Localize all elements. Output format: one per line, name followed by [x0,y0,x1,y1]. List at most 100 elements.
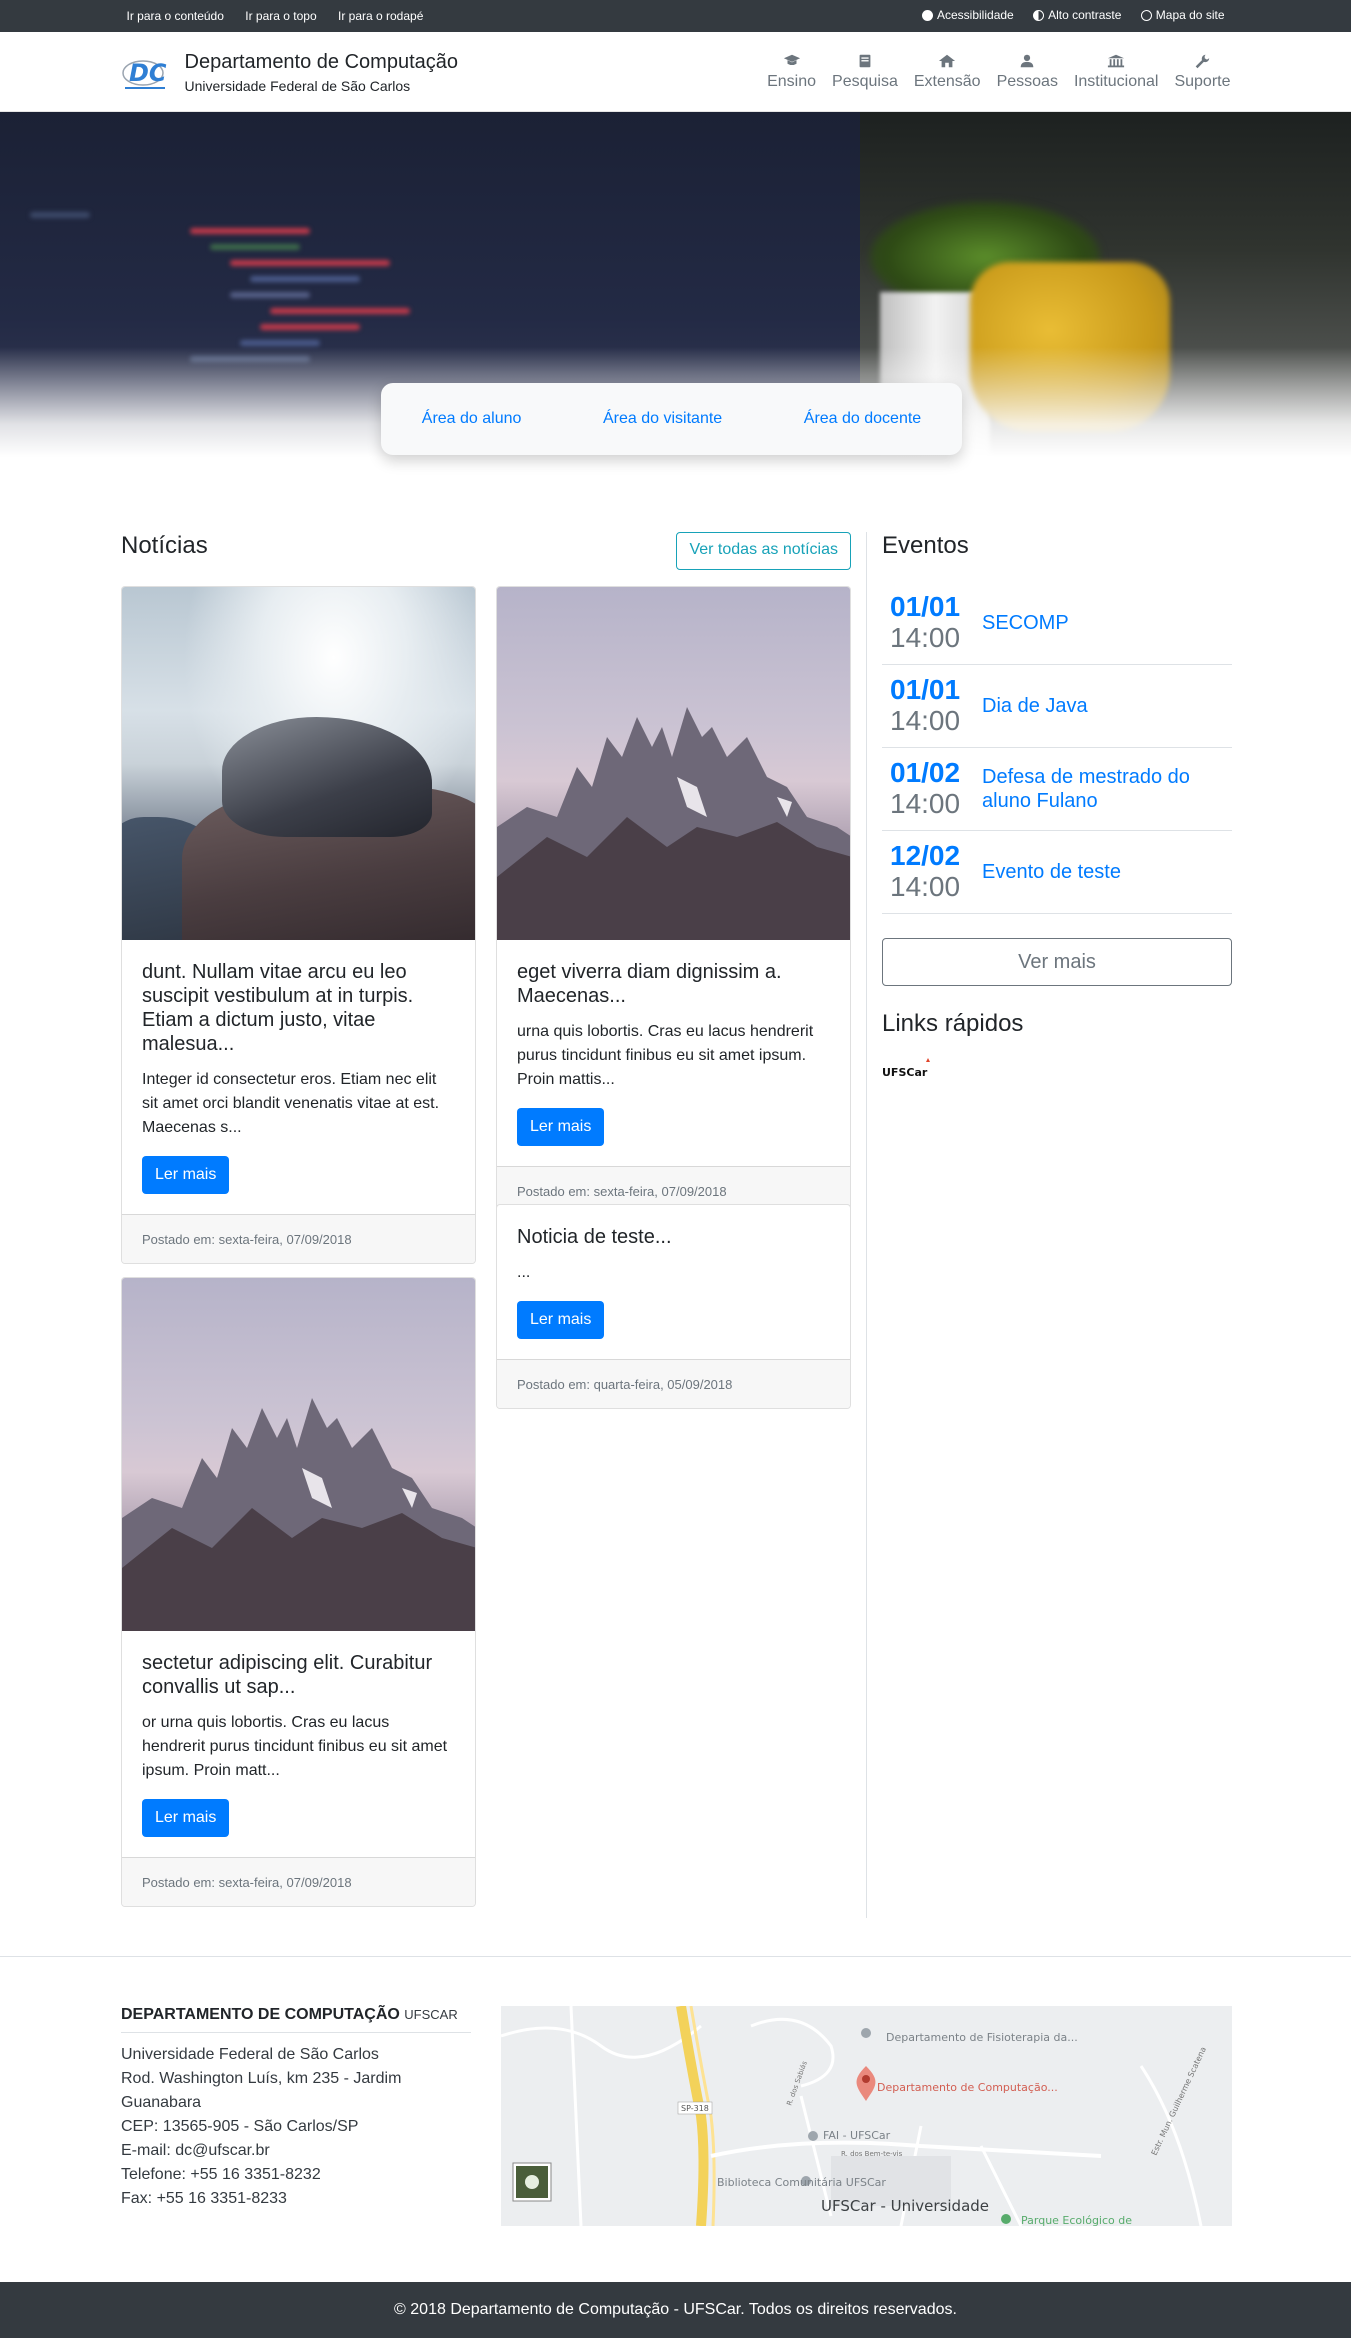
news-image-mountain[interactable] [497,587,850,940]
news-card-date: Postado em: sexta-feira, 07/09/2018 [122,1214,475,1263]
event-date: 01/02 [890,757,961,788]
map-street-label: R. dos Bem-te-vis [841,2150,903,2158]
nav-item-pessoas[interactable]: Pessoas [997,53,1058,91]
copyright-bar: © 2018 Departamento de Computação - UFSC… [0,2282,1351,2338]
map-label-fisioterapia: Departamento de Fisioterapia da... [886,2031,1078,2044]
news-card: sectetur adipiscing elit. Curabitur conv… [121,1277,476,1907]
main-content: Notícias Ver todas as notícias dunt. Nul… [0,457,1351,1925]
accessibility-link[interactable]: Acessibilidade [922,8,1014,22]
sitemap-label: Mapa do site [1155,8,1225,23]
nav-item-suporte[interactable]: Suporte [1174,53,1231,91]
footer-fax: Fax: +55 16 3351-8233 [121,2190,287,2207]
news-card-date: Postado em: sexta-feira, 07/09/2018 [122,1857,475,1906]
event-time: 14:00 [890,622,961,653]
news-image-mountain[interactable] [122,1278,475,1631]
quick-links-title: Links rápidos [882,1010,1024,1037]
brand-link[interactable]: DC Departamento de Computação Universida… [121,50,459,94]
nav-item-pesquisa[interactable]: Pesquisa [832,53,898,91]
news-card: dunt. Nullam vitae arcu eu leo suscipit … [121,586,476,1264]
event-name: Defesa de mestrado do aluno Fulano [982,766,1190,812]
event-item[interactable]: 12/02 14:00 Evento de teste [882,831,1232,914]
map-label-biblioteca: Biblioteca Comunitária UFSCar [717,2176,886,2189]
news-card-date: Postado em: quarta-feira, 05/09/2018 [497,1359,850,1408]
event-time: 14:00 [890,871,961,902]
map-label-ufscar: UFSCar - Universidade [821,2197,989,2215]
nav-label: Pesquisa [832,73,898,90]
news-card-text: Integer id consectetur eros. Etiam nec e… [142,1071,440,1136]
news-card-title: dunt. Nullam vitae arcu eu leo suscipit … [142,961,414,1055]
footer-contact: DEPARTAMENTO DE COMPUTAÇÃO UFSCAR Univer… [121,2006,471,2211]
globe-icon [1140,9,1152,21]
sitemap-link[interactable]: Mapa do site [1140,8,1225,23]
ufscar-logo-link[interactable]: UFSCar [882,1054,934,1084]
column-divider [866,532,867,1918]
see-more-events-button[interactable]: Ver mais [882,938,1232,986]
footer-line: CEP: 13565-905 - São Carlos/SP [121,2118,359,2135]
map-label-parque: Parque Ecológico de [1021,2214,1132,2226]
read-more-button[interactable]: Ler mais [517,1108,605,1146]
skip-to-footer-link[interactable]: Ir para o rodapé [338,9,423,23]
nav-label: Institucional [1073,73,1159,90]
footer-line: Rod. Washington Luís, km 235 - Jardim Gu… [121,2070,402,2111]
footer-email: E-mail: dc@ufscar.br [121,2142,270,2159]
nav-label: Ensino [767,73,817,90]
location-map[interactable]: SP-318 Departamento de Fisioterapia da..… [501,2006,1232,2226]
map-road-label: SP-318 [681,2104,709,2113]
event-name: Dia de Java [982,695,1088,717]
read-more-button[interactable]: Ler mais [517,1301,605,1339]
event-date: 12/02 [890,840,961,871]
hero-banner: Área do aluno Área do visitante Área do … [0,112,1351,457]
map-label-computacao: Departamento de Computação... [877,2081,1058,2094]
skip-to-content-link[interactable]: Ir para o conteúdo [127,9,224,23]
event-time: 14:00 [890,705,961,736]
nav-item-extensao[interactable]: Extensão [914,53,981,91]
event-item[interactable]: 01/02 14:00 Defesa de mestrado do aluno F… [882,748,1232,831]
news-card-title: eget viverra diam dignissim a. Maecenas.… [517,961,782,1007]
news-card: Noticia de teste... ... Ler mais Postado… [496,1204,851,1409]
nav-item-institucional[interactable]: Institucional [1073,53,1159,91]
footer-line: Universidade Federal de São Carlos [121,2046,379,2063]
top-bar: Ir para o conteúdo Ir para o topo Ir par… [0,0,1351,32]
book-icon [859,54,871,68]
event-name: SECOMP [982,612,1069,634]
svg-text:UFSCar: UFSCar [882,1066,928,1079]
contrast-icon [1033,9,1045,21]
visitor-area-link[interactable]: Área do visitante [603,410,722,428]
map-label-fai: FAI - UFSCar [823,2129,891,2142]
brand-title: Departamento de Computação [184,50,459,73]
skip-to-top-link[interactable]: Ir para o topo [245,9,316,23]
area-selector: Área do aluno Área do visitante Área do … [381,383,962,455]
events-list: 01/01 14:00 SECOMP 01/01 14:00 Dia de Java… [882,582,1232,914]
site-header: DC Departamento de Computação Universida… [0,32,1351,112]
event-time: 14:00 [890,788,961,819]
news-image-wave[interactable] [122,587,475,940]
ufscar-logo: UFSCar [882,1058,930,1079]
event-item[interactable]: 01/01 14:00 SECOMP [882,582,1232,665]
footer-separator [0,1956,1351,1957]
event-name: Evento de teste [982,861,1121,883]
event-date: 01/01 [890,591,961,622]
event-item[interactable]: 01/01 14:00 Dia de Java [882,665,1232,748]
accessibility-icon [922,9,933,21]
read-more-button[interactable]: Ler mais [142,1799,230,1837]
teacher-area-link[interactable]: Área do docente [804,410,921,428]
nav-item-ensino[interactable]: Ensino [767,53,816,91]
footer-phone: Telefone: +55 16 3351-8232 [121,2166,321,2183]
wrench-icon [1196,54,1210,69]
event-date: 01/01 [890,674,961,705]
user-icon [1020,54,1034,68]
high-contrast-link[interactable]: Alto contraste [1033,8,1121,22]
dc-logo: DC [121,51,173,93]
news-card-text: ... [517,1264,531,1281]
home-icon [939,54,956,68]
main-nav: Ensino Pesquisa Extensão Pessoas Institu… [751,53,1231,91]
student-area-link[interactable]: Área do aluno [422,410,522,428]
nav-label: Suporte [1174,73,1231,90]
events-title: Eventos [882,532,969,559]
read-more-button[interactable]: Ler mais [142,1156,230,1194]
news-card: eget viverra diam dignissim a. Maecenas.… [496,586,851,1216]
see-all-news-button[interactable]: Ver todas as notícias [676,532,851,570]
graduation-cap-icon [783,54,800,66]
institution-icon [1108,54,1125,68]
brand-subtitle: Universidade Federal de São Carlos [184,77,411,94]
